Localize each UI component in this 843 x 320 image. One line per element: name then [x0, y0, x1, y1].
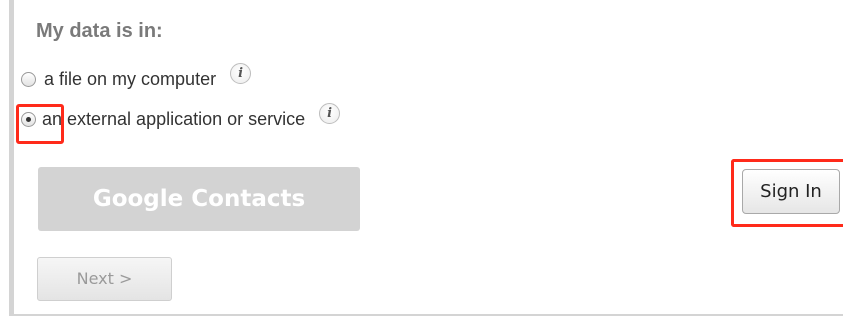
google-contacts-button[interactable]: Google Contacts — [38, 167, 360, 231]
import-source-panel: My data is in: a file on my computer i a… — [0, 0, 843, 320]
sign-in-button[interactable]: Sign In — [742, 169, 840, 214]
info-icon[interactable]: i — [230, 62, 252, 84]
radio-external-application[interactable] — [21, 111, 36, 127]
section-heading: My data is in: — [36, 20, 163, 42]
radio-file-on-computer[interactable] — [21, 71, 36, 87]
option-label-external: an external application or service — [42, 109, 306, 129]
option-external-application[interactable]: an external application or service i — [21, 102, 341, 130]
option-file-on-computer[interactable]: a file on my computer i — [21, 62, 252, 90]
option-label-file: a file on my computer — [44, 69, 217, 89]
next-button[interactable]: Next > — [37, 257, 172, 301]
panel-left-border — [9, 0, 14, 316]
info-icon[interactable]: i — [319, 102, 341, 124]
panel-bottom-border — [9, 314, 843, 316]
